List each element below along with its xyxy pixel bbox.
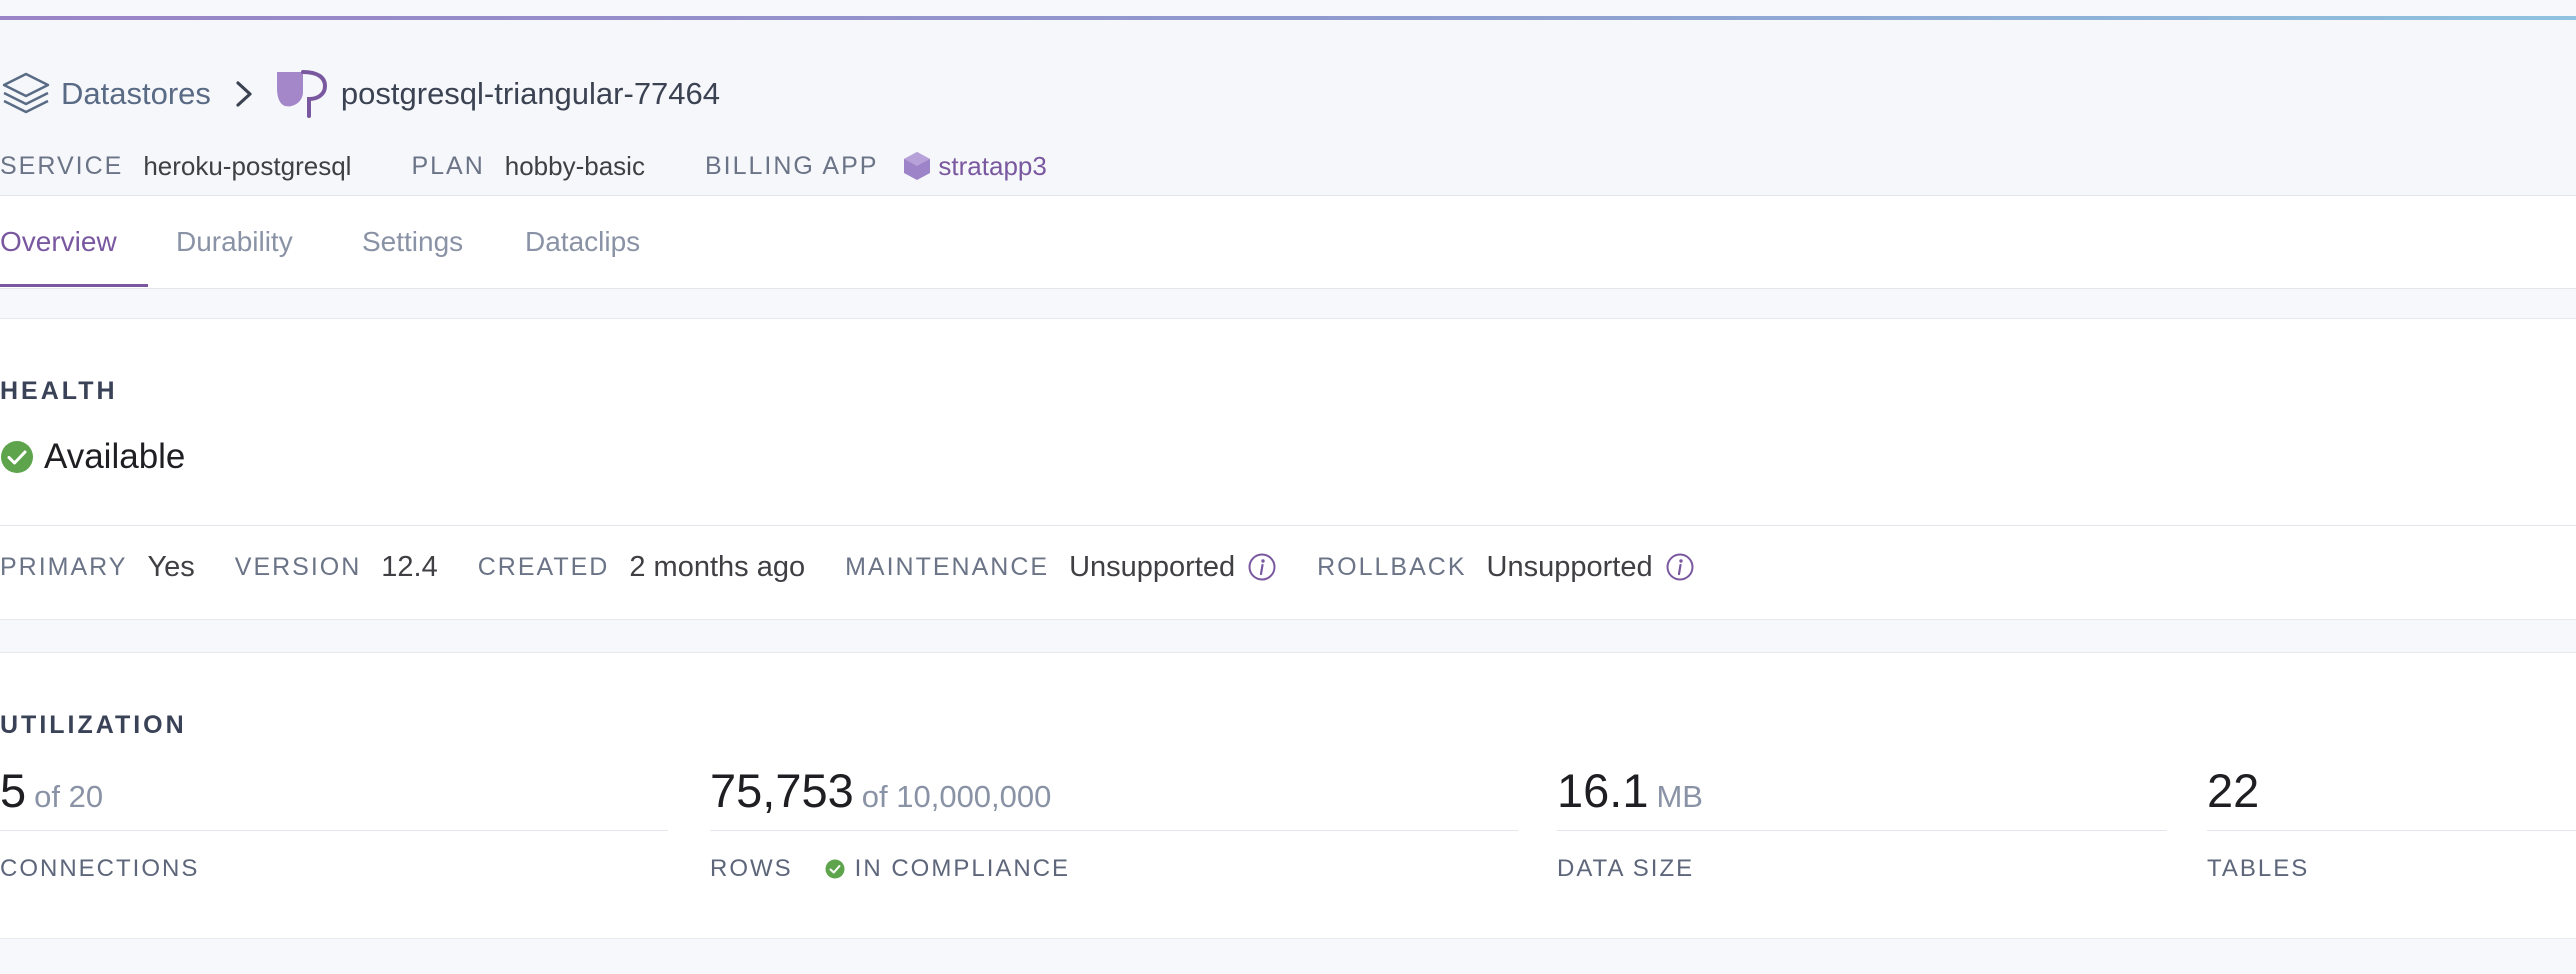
tab-overview[interactable]: Overview (0, 196, 117, 288)
addon-meta-row: SERVICE heroku-postgresql PLAN hobby-bas… (0, 148, 1047, 184)
page-header: Datastores postgresql-triangular-77464 S… (0, 20, 2576, 195)
breadcrumb-datastores-link[interactable]: Datastores (61, 76, 211, 112)
rollback-value: Unsupported (1486, 550, 1653, 583)
primary-label: PRIMARY (0, 552, 128, 581)
check-circle-icon (1, 441, 33, 473)
utilization-title: UTILIZATION (0, 711, 187, 739)
data-size-divider (1557, 830, 2167, 831)
health-divider (0, 525, 2576, 526)
heroku-postgres-icon (276, 70, 327, 118)
health-status-text: Available (44, 437, 186, 476)
plan-value: hobby-basic (504, 150, 645, 181)
billing-app-label: BILLING APP (704, 151, 879, 180)
rows-limit: of 10,000,000 (861, 779, 1052, 814)
rollback-label: ROLLBACK (1317, 552, 1467, 581)
utilization-card: UTILIZATION 5 of 20 CONNECTIONS 75,753 of … (0, 652, 2576, 939)
chevron-right-icon (236, 81, 252, 107)
rows-divider (710, 830, 1518, 831)
version-value: 12.4 (381, 550, 438, 583)
data-size-metric: 16.1 MB DATA SIZE (1557, 763, 2167, 882)
tab-bar: Overview Durability Settings Dataclips (0, 195, 2576, 289)
tables-metric: 22 TABLES (2207, 763, 2576, 882)
compliance-badge: IN COMPLIANCE (854, 855, 1071, 882)
connections-limit: of 20 (34, 779, 104, 814)
connections-divider (0, 830, 668, 831)
tab-settings[interactable]: Settings (362, 196, 463, 288)
service-value: heroku-postgresql (143, 150, 352, 181)
tables-value: 22 (2207, 764, 2260, 817)
billing-app-link[interactable]: stratapp3 (902, 150, 1047, 182)
version-label: VERSION (234, 552, 362, 581)
plan-label: PLAN (411, 151, 485, 180)
tab-dataclips[interactable]: Dataclips (525, 196, 640, 288)
database-name: postgresql-triangular-77464 (340, 76, 721, 111)
data-size-unit: MB (1656, 779, 1703, 814)
datastores-stack-icon (2, 72, 50, 114)
billing-app-name: stratapp3 (938, 150, 1047, 181)
tab-durability[interactable]: Durability (176, 196, 293, 288)
connections-metric: 5 of 20 CONNECTIONS (0, 763, 668, 882)
connections-label: CONNECTIONS (0, 855, 200, 882)
compliance-check-icon (825, 859, 845, 879)
maintenance-info-icon[interactable] (1247, 552, 1277, 582)
app-hexagon-icon (904, 152, 931, 180)
created-value: 2 months ago (629, 550, 806, 583)
maintenance-value: Unsupported (1069, 550, 1236, 583)
breadcrumb: Datastores postgresql-triangular-77464 (0, 64, 720, 124)
created-label: CREATED (477, 552, 610, 581)
top-accent-bar (0, 0, 2576, 20)
health-status: Available (0, 437, 185, 477)
health-details-row: PRIMARY Yes VERSION 12.4 CREATED 2 month… (0, 547, 1695, 587)
rows-label-row: ROWS IN COMPLIANCE (710, 855, 1070, 883)
active-tab-indicator (0, 284, 148, 287)
rows-metric: 75,753 of 10,000,000 ROWS IN COMPLIANCE (710, 763, 1518, 882)
health-title: HEALTH (0, 377, 118, 405)
connections-value: 5 (0, 764, 27, 817)
maintenance-label: MAINTENANCE (845, 552, 1050, 581)
primary-value: Yes (147, 550, 195, 583)
tables-divider (2207, 830, 2576, 831)
rollback-info-icon[interactable] (1665, 552, 1695, 582)
rows-value: 75,753 (710, 764, 854, 817)
service-label: SERVICE (0, 151, 124, 180)
data-size-value: 16.1 (1557, 764, 1649, 817)
tables-label: TABLES (2207, 855, 2310, 882)
rows-label: ROWS (710, 855, 793, 882)
data-size-label: DATA SIZE (1557, 855, 1695, 882)
health-card: HEALTH Available PRIMARY Yes VERSION 12.… (0, 318, 2576, 620)
